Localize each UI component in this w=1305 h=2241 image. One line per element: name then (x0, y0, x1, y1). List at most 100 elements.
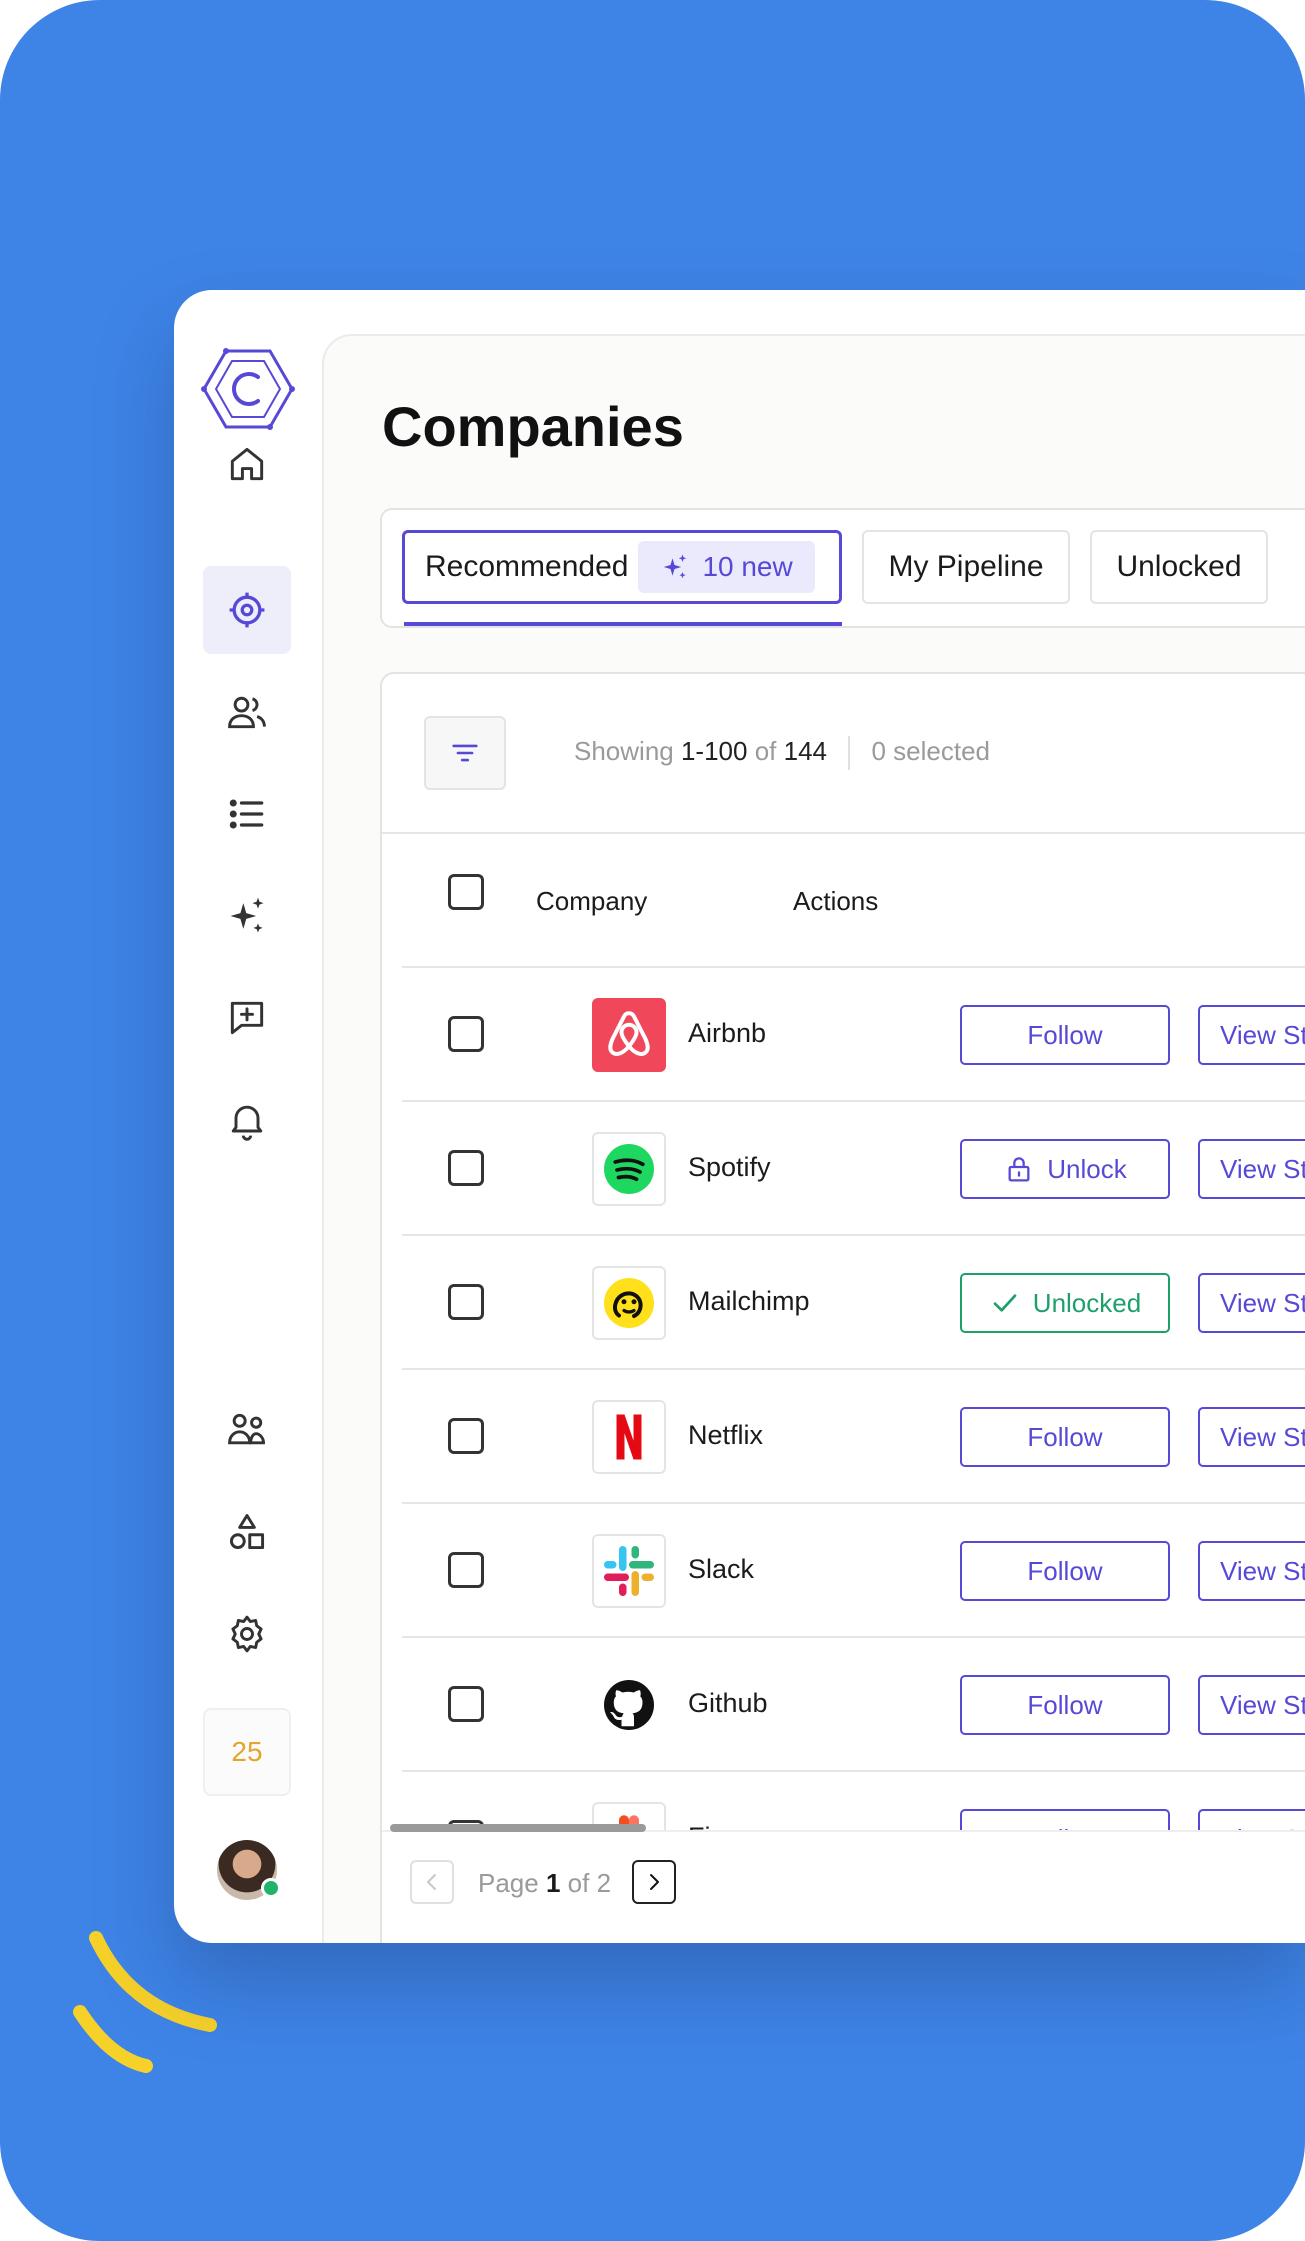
company-name[interactable]: Slack (688, 1554, 754, 1585)
view-stats-button[interactable]: View Sta (1198, 1139, 1305, 1199)
unlocked-status-button[interactable]: Unlocked (960, 1273, 1170, 1333)
page-indicator: Page 1 of 2 (478, 1868, 611, 1899)
select-all-checkbox[interactable] (448, 874, 484, 910)
column-header-company[interactable]: Company (536, 886, 647, 917)
company-name[interactable]: Spotify (688, 1152, 771, 1183)
results-range: 1-100 (680, 736, 748, 766)
view-stats-button[interactable]: View Sta (1198, 1005, 1305, 1065)
of-label: of (567, 1868, 590, 1898)
lock-icon (1008, 1157, 1030, 1182)
nav-people[interactable] (203, 668, 291, 756)
horizontal-scrollbar[interactable] (390, 1824, 646, 1832)
follow-button[interactable]: Follow (960, 1407, 1170, 1467)
company-logo (592, 1266, 666, 1340)
tab-unlocked[interactable]: Unlocked (1090, 530, 1268, 604)
company-logo (592, 1534, 666, 1608)
slack-icon (604, 1546, 654, 1596)
table-row: Airbnb Follow View Sta (402, 966, 1305, 1100)
nav-integrations[interactable] (203, 1488, 291, 1576)
row-checkbox[interactable] (448, 1150, 484, 1186)
follow-button[interactable]: Follow (960, 1675, 1170, 1735)
row-checkbox[interactable] (448, 1552, 484, 1588)
prev-page-button[interactable] (410, 1860, 454, 1904)
airbnb-icon (608, 1011, 650, 1056)
showing-label: Showing (574, 736, 674, 766)
filter-icon (452, 744, 478, 762)
nav-settings[interactable] (203, 1590, 291, 1678)
view-stats-button[interactable]: View Sta (1198, 1675, 1305, 1735)
view-stats-button[interactable]: View Sta (1198, 1273, 1305, 1333)
tab-label: Unlocked (1116, 550, 1242, 583)
chevron-left-icon (427, 1874, 436, 1890)
results-total: 144 (783, 736, 828, 766)
current-page: 1 (545, 1868, 561, 1898)
list-icon (229, 799, 264, 829)
unlock-label: Unlock (1047, 1153, 1127, 1184)
page-title: Companies (382, 395, 684, 458)
tab-label: Recommended (425, 550, 629, 583)
table-row: Slack Follow View Sta (402, 1502, 1305, 1636)
nav-feedback[interactable] (203, 974, 291, 1062)
github-icon (604, 1680, 654, 1730)
of-label: of (754, 736, 777, 766)
shapes-icon (229, 1514, 265, 1550)
company-name[interactable]: Github (688, 1688, 768, 1719)
table-row: Spotify Unlock View Sta (402, 1100, 1305, 1234)
sparkles-icon (230, 897, 264, 933)
unlocked-label: Unlocked (1032, 1287, 1142, 1318)
table-row: Mailchimp Unlocked View Sta (402, 1234, 1305, 1368)
new-count-label: 10 new (702, 551, 793, 582)
company-name[interactable]: Mailchimp (688, 1286, 810, 1317)
row-checkbox[interactable] (448, 1284, 484, 1320)
online-status-dot (261, 1878, 281, 1898)
home-icon (230, 447, 264, 481)
nav-notifications[interactable] (203, 1076, 291, 1164)
divider (848, 736, 851, 771)
company-logo (592, 1132, 666, 1206)
nav-team[interactable] (203, 1386, 291, 1474)
filter-button[interactable] (424, 716, 506, 790)
chevron-right-icon (650, 1874, 659, 1890)
view-stats-button[interactable]: View Sta (1198, 1407, 1305, 1467)
gear-icon (231, 1615, 263, 1653)
message-plus-icon (230, 1001, 264, 1035)
credits-counter[interactable]: 25 (203, 1708, 291, 1796)
nav-target[interactable] (203, 566, 291, 654)
follow-button[interactable]: Follow (960, 1005, 1170, 1065)
nav-ai[interactable] (203, 872, 291, 960)
row-checkbox[interactable] (448, 1418, 484, 1454)
unlock-button[interactable]: Unlock (960, 1139, 1170, 1199)
tab-recommended[interactable]: Recommended 10 new (402, 530, 842, 604)
row-checkbox[interactable] (448, 1686, 484, 1722)
row-checkbox[interactable] (448, 1016, 484, 1052)
nav-home[interactable] (203, 420, 291, 508)
mailchimp-icon (604, 1278, 654, 1328)
active-tab-indicator (404, 622, 842, 626)
spotify-icon (604, 1144, 654, 1194)
sidebar: 25 (174, 290, 322, 1943)
main-panel: Companies Recommended 10 new My Pipeline (322, 334, 1305, 1943)
selected-count: 0 selected (871, 736, 991, 766)
total-pages: 2 (596, 1868, 612, 1898)
check-icon (993, 1294, 1017, 1312)
app-window: 25 Companies Recommended 10 new My Pipel… (174, 290, 1305, 1943)
table-row: Netflix Follow View Sta (402, 1368, 1305, 1502)
view-stats-button[interactable]: View Sta (1198, 1541, 1305, 1601)
tab-my-pipeline[interactable]: My Pipeline (862, 530, 1070, 604)
sparkles-icon (664, 554, 687, 579)
company-name[interactable]: Airbnb (688, 1018, 766, 1049)
team-icon (228, 1413, 265, 1445)
table-row: Github Follow View Sta (402, 1636, 1305, 1770)
next-page-button[interactable] (632, 1860, 676, 1904)
column-header-actions: Actions (793, 886, 879, 916)
netflix-icon (616, 1414, 642, 1460)
decorative-arcs (73, 1931, 217, 2073)
nav-lists[interactable] (203, 770, 291, 858)
companies-table: Showing 1-100 of 144 0 selected Company … (380, 672, 1305, 1943)
company-name[interactable]: Netflix (688, 1420, 763, 1451)
table-toolbar: Showing 1-100 of 144 0 selected (382, 674, 1305, 834)
page-label: Page (478, 1868, 539, 1898)
follow-button[interactable]: Follow (960, 1541, 1170, 1601)
tab-label: My Pipeline (888, 550, 1044, 583)
pagination-bar: Page 1 of 2 (382, 1824, 1305, 1943)
